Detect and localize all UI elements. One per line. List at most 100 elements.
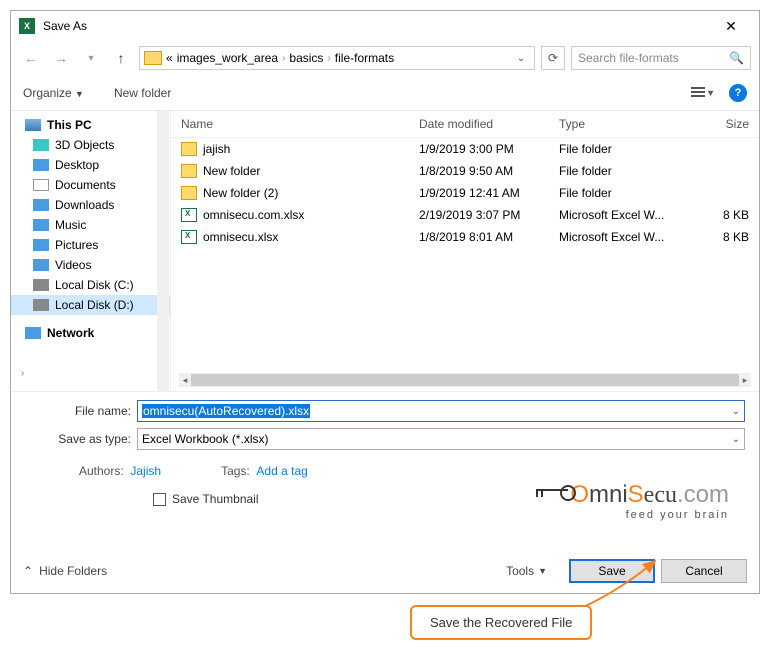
type-label: Save as type: xyxy=(25,432,137,446)
tree-3d-objects[interactable]: 3D Objects xyxy=(11,135,170,155)
breadcrumb-p1[interactable]: images_work_area xyxy=(177,51,278,65)
save-button[interactable]: Save xyxy=(569,559,655,583)
file-date: 1/8/2019 8:01 AM xyxy=(419,230,559,244)
filename-label: File name: xyxy=(25,404,137,418)
new-folder-button[interactable]: New folder xyxy=(114,86,171,100)
filename-value: omnisecu(AutoRecovered).xlsx xyxy=(142,404,310,418)
scroll-right-icon[interactable]: ▸ xyxy=(739,374,751,386)
file-row[interactable]: jajish1/9/2019 3:00 PMFile folder xyxy=(171,138,759,160)
form-area: File name: omnisecu(AutoRecovered).xlsx … xyxy=(11,391,759,506)
footer: ⌃Hide Folders Tools▼ Save Cancel xyxy=(23,559,747,583)
tree-music[interactable]: Music xyxy=(11,215,170,235)
help-button[interactable]: ? xyxy=(729,84,747,102)
file-date: 1/9/2019 12:41 AM xyxy=(419,186,559,200)
forward-button[interactable]: → xyxy=(49,46,73,70)
thumbnail-checkbox[interactable] xyxy=(153,493,166,506)
nav-tree[interactable]: This PC 3D Objects Desktop Documents Dow… xyxy=(11,111,171,391)
excel-file-icon xyxy=(181,230,197,244)
authors-label: Authors: xyxy=(79,464,124,478)
file-name: New folder xyxy=(203,164,260,178)
chevron-up-icon: ⌃ xyxy=(23,564,33,578)
chevron-down-icon: ▼ xyxy=(75,89,84,99)
folder-icon xyxy=(181,186,197,200)
column-headers[interactable]: Name Date modified Type Size xyxy=(171,111,759,138)
body: This PC 3D Objects Desktop Documents Dow… xyxy=(11,111,759,391)
view-options-button[interactable]: ▼ xyxy=(691,87,715,99)
cancel-button[interactable]: Cancel xyxy=(661,559,747,583)
tree-desktop[interactable]: Desktop xyxy=(11,155,170,175)
tree-pictures[interactable]: Pictures xyxy=(11,235,170,255)
breadcrumb-p2[interactable]: basics xyxy=(289,51,323,65)
tree-documents[interactable]: Documents xyxy=(11,175,170,195)
tags-label: Tags: xyxy=(221,464,250,478)
tools-dropdown[interactable]: Tools▼ xyxy=(506,564,547,578)
window-title: Save As xyxy=(43,19,711,33)
tree-this-pc[interactable]: This PC xyxy=(11,115,170,135)
authors-value[interactable]: Jajish xyxy=(130,464,161,478)
recent-dropdown[interactable]: ▾ xyxy=(79,46,103,70)
chevron-right-icon[interactable]: › xyxy=(327,53,330,64)
file-list: Name Date modified Type Size jajish 1/9/2… xyxy=(171,111,759,391)
chevron-right-icon[interactable]: › xyxy=(282,53,285,64)
file-type: Microsoft Excel W... xyxy=(559,208,689,222)
folder-icon xyxy=(144,51,162,65)
tree-disk-c[interactable]: Local Disk (C:) xyxy=(11,275,170,295)
col-type[interactable]: Type xyxy=(559,117,689,131)
search-icon: 🔍 xyxy=(729,51,744,65)
tags-value[interactable]: Add a tag xyxy=(256,464,307,478)
chevron-down-icon[interactable]: ⌄ xyxy=(732,434,740,445)
file-row[interactable]: New folder1/8/2019 9:50 AMFile folder xyxy=(171,160,759,182)
up-button[interactable]: ↑ xyxy=(109,46,133,70)
chevron-down-icon: ▼ xyxy=(538,566,547,576)
filename-input[interactable]: omnisecu(AutoRecovered).xlsx ⌄ xyxy=(137,400,745,422)
file-name: jajish xyxy=(203,142,230,156)
refresh-button[interactable]: ⟳ xyxy=(541,46,565,70)
back-button[interactable]: ← xyxy=(19,46,43,70)
title-bar: X Save As ✕ xyxy=(11,11,759,41)
horizontal-scrollbar[interactable]: ◂ ▸ xyxy=(179,373,751,387)
excel-icon: X xyxy=(19,18,35,34)
tree-expand-icon[interactable]: › xyxy=(21,368,24,379)
file-name: omnisecu.xlsx xyxy=(203,230,278,244)
file-type: Microsoft Excel W... xyxy=(559,230,689,244)
file-date: 2/19/2019 3:07 PM xyxy=(419,208,559,222)
file-row[interactable]: omnisecu.com.xlsx 2/19/2019 3:07 PMMicros… xyxy=(171,204,759,226)
file-row[interactable]: New folder (2) 1/9/2019 12:41 AMFile fold… xyxy=(171,182,759,204)
search-input[interactable]: Search file-formats 🔍 xyxy=(571,46,751,70)
tree-network[interactable]: Network xyxy=(11,323,170,343)
hide-folders-button[interactable]: ⌃Hide Folders xyxy=(23,564,107,578)
chevron-down-icon[interactable]: ⌄ xyxy=(732,406,740,417)
file-type: File folder xyxy=(559,186,689,200)
search-placeholder: Search file-formats xyxy=(578,51,679,65)
file-size: 8 KB xyxy=(689,230,749,244)
breadcrumb-p3[interactable]: file-formats xyxy=(335,51,394,65)
nav-bar: ← → ▾ ↑ « images_work_area › basics › fi… xyxy=(11,41,759,75)
col-size[interactable]: Size xyxy=(689,117,749,131)
watermark-logo: OmniSSecuecu.com feed your brain xyxy=(536,481,729,521)
tree-videos[interactable]: Videos xyxy=(11,255,170,275)
file-name: omnisecu.com.xlsx xyxy=(203,208,304,222)
file-type: File folder xyxy=(559,164,689,178)
organize-button[interactable]: Organize ▼ xyxy=(23,86,84,100)
toolbar: Organize ▼ New folder ▼ ? xyxy=(11,75,759,111)
tree-disk-d[interactable]: Local Disk (D:) xyxy=(11,295,170,315)
address-bar[interactable]: « images_work_area › basics › file-forma… xyxy=(139,46,535,70)
address-dropdown[interactable]: ⌄ xyxy=(512,53,530,64)
breadcrumb-pre: « xyxy=(166,51,173,65)
col-name[interactable]: Name xyxy=(181,117,419,131)
folder-icon xyxy=(181,164,197,178)
file-size: 8 KB xyxy=(689,208,749,222)
tree-downloads[interactable]: Downloads xyxy=(11,195,170,215)
file-name: New folder (2) xyxy=(203,186,278,200)
annotation-callout: Save the Recovered File xyxy=(410,605,592,640)
close-button[interactable]: ✕ xyxy=(711,18,751,35)
scroll-thumb[interactable] xyxy=(191,374,739,386)
folder-icon xyxy=(181,142,197,156)
scroll-left-icon[interactable]: ◂ xyxy=(179,374,191,386)
col-date[interactable]: Date modified xyxy=(419,117,559,131)
file-row[interactable]: omnisecu.xlsx 1/8/2019 8:01 AMMicrosoft E… xyxy=(171,226,759,248)
file-date: 1/9/2019 3:00 PM xyxy=(419,142,559,156)
type-select[interactable]: Excel Workbook (*.xlsx) ⌄ xyxy=(137,428,745,450)
excel-file-icon xyxy=(181,208,197,222)
type-value: Excel Workbook (*.xlsx) xyxy=(142,432,268,446)
